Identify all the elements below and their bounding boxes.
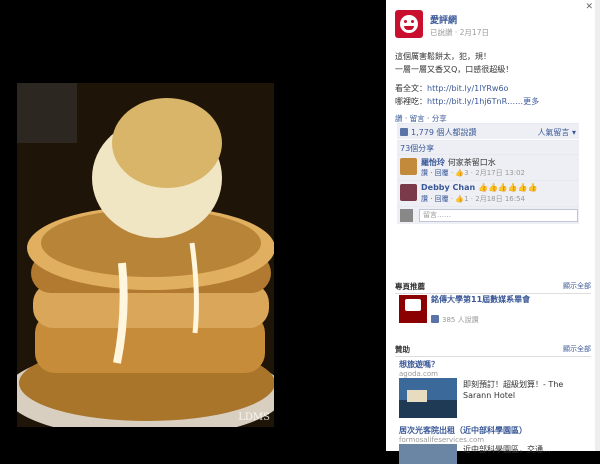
see-all-link[interactable]: 顯示全部	[563, 281, 591, 291]
ad-title[interactable]: 想旅遊嗎？	[399, 359, 439, 370]
ad-host: agoda.com	[399, 370, 438, 378]
ad-text: 近中部科學園區，交通...	[463, 445, 551, 454]
sponsored-header: 贊助 顯示全部	[395, 344, 591, 357]
page-logo	[399, 295, 427, 323]
pancake-photo: LDMS	[17, 83, 274, 427]
suggested-page[interactable]: 銘傳大學第11屆數媒系畢會 385 人說讚	[399, 295, 591, 325]
watermark: LDMS	[238, 412, 270, 423]
ad-text: 即刻預訂！超級划算！- The Sarann Hotel	[463, 380, 564, 400]
suggested-pages-header: 專頁推薦 顯示全部	[395, 281, 591, 294]
ad-image[interactable]	[399, 444, 457, 464]
ad-image[interactable]	[399, 378, 457, 418]
suggested-page-likes: 385 人說讚	[431, 315, 479, 325]
ad-host: formosalifeservices.com	[399, 436, 485, 444]
sidebar-lower: 專頁推薦 顯示全部 銘傳大學第11屆數媒系畢會 385 人說讚 贊助 顯示全部 …	[386, 0, 600, 464]
suggested-page-name[interactable]: 銘傳大學第11屆數媒系畢會	[431, 295, 581, 305]
ad-title[interactable]: 居次光客院出租（近中部科學園區）	[399, 425, 527, 436]
photo-viewer: LDMS	[0, 0, 386, 451]
see-all-link[interactable]: 顯示全部	[563, 344, 591, 354]
